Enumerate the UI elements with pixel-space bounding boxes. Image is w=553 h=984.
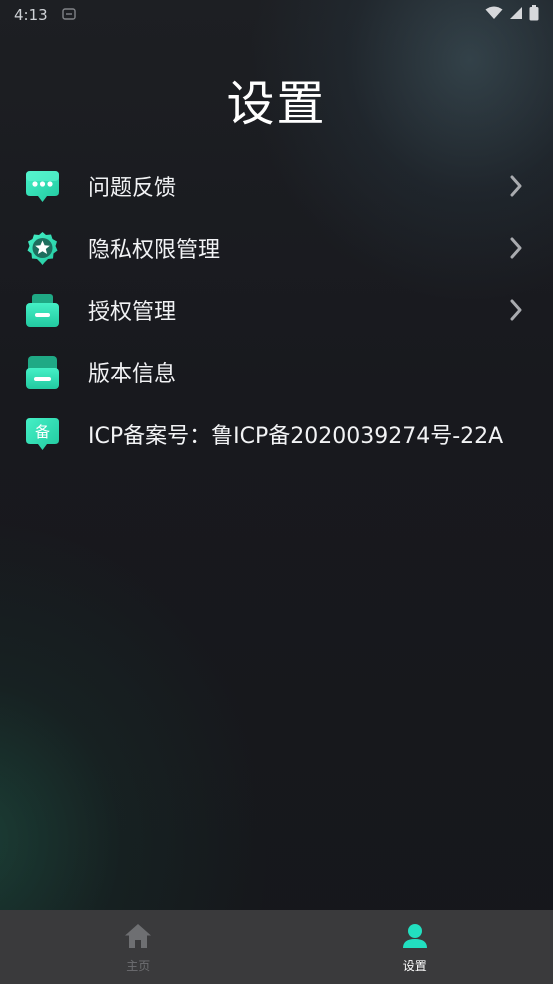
icp-badge-icon: 备	[24, 416, 61, 453]
settings-menu: 问题反馈 隐私权限管理 授权管理 版本信息 备 ICP备案号：鲁ICP备2020…	[0, 155, 553, 465]
tab-label: 设置	[402, 958, 427, 973]
bottom-tab-bar: 主页 设置	[0, 910, 553, 984]
status-bar: 4:13	[0, 0, 553, 30]
sim-card-icon	[61, 7, 76, 23]
chevron-right-icon	[510, 299, 522, 321]
page-title: 设置	[226, 76, 327, 132]
tab-label: 主页	[126, 958, 151, 973]
menu-item-icp[interactable]: 备 ICP备案号：鲁ICP备2020039274号-22A	[0, 403, 553, 465]
chevron-right-icon	[510, 237, 522, 259]
home-icon	[124, 923, 152, 953]
drawer-icon	[24, 292, 61, 329]
tab-settings[interactable]: 设置	[277, 910, 553, 984]
cellular-signal-icon	[509, 6, 523, 24]
menu-item-label: 问题反馈	[88, 176, 177, 201]
star-badge-icon	[24, 230, 61, 267]
menu-item-label: ICP备案号：鲁ICP备2020039274号-22A	[88, 424, 504, 449]
version-drawer-icon	[24, 354, 61, 391]
menu-item-label: 版本信息	[88, 362, 177, 387]
tab-home[interactable]: 主页	[0, 910, 277, 984]
status-time: 4:13	[14, 6, 48, 24]
menu-item-authorization[interactable]: 授权管理	[0, 279, 553, 341]
svg-text:备: 备	[35, 423, 50, 441]
menu-item-privacy[interactable]: 隐私权限管理	[0, 217, 553, 279]
background	[0, 0, 553, 984]
battery-icon	[529, 5, 539, 25]
wifi-icon	[485, 6, 503, 24]
chevron-right-icon	[510, 175, 522, 197]
menu-item-feedback[interactable]: 问题反馈	[0, 155, 553, 217]
chat-bubble-icon	[24, 168, 61, 205]
menu-item-version[interactable]: 版本信息	[0, 341, 553, 403]
menu-item-label: 隐私权限管理	[88, 238, 221, 263]
menu-item-label: 授权管理	[88, 300, 177, 325]
user-icon	[401, 923, 429, 953]
